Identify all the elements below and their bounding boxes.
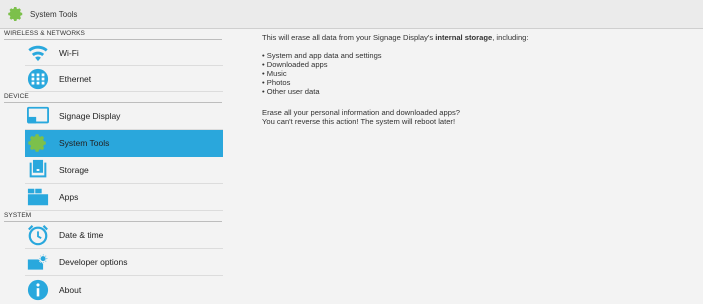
factory-reset-description: This will erase all data from your Signa…	[262, 33, 692, 126]
settings-sidebar: WIRELESS & NETWORKS Wi-Fi Ethernet DEVIC	[0, 29, 232, 304]
sidebar-item-storage[interactable]: Storage	[25, 157, 223, 184]
list-item: Music	[262, 69, 692, 78]
intro-text-bold: internal storage	[435, 33, 493, 42]
sidebar-item-label: Signage Display	[59, 111, 121, 121]
sidebar-item-label: Ethernet	[59, 73, 92, 84]
storage-icon	[27, 159, 49, 181]
warning-line-2: You can't reverse this action! The syste…	[262, 117, 456, 126]
ethernet-icon	[27, 68, 49, 90]
list-item: System and app data and settings	[262, 51, 692, 60]
sidebar-item-apps[interactable]: Apps	[25, 184, 223, 211]
list-item: Downloaded apps	[262, 60, 692, 69]
sidebar-item-signage-display[interactable]: Signage Display	[25, 103, 223, 130]
sidebar-item-label: Developer options	[59, 257, 128, 267]
title-bar: System Tools	[0, 0, 703, 29]
developer-options-icon	[27, 251, 49, 273]
sidebar-item-label: Wi-Fi	[59, 47, 79, 58]
gear-icon	[27, 132, 49, 154]
sidebar-item-about[interactable]: About	[25, 276, 223, 303]
sidebar-item-label: Date & time	[59, 230, 104, 240]
sidebar-item-label: Storage	[59, 165, 89, 175]
display-icon	[27, 105, 49, 127]
intro-text-end: , including:	[492, 33, 529, 42]
erase-list: System and app data and settings Downloa…	[262, 51, 692, 96]
gear-icon	[8, 7, 23, 21]
list-item: Other user data	[262, 87, 692, 96]
sidebar-item-label: System Tools	[59, 138, 110, 148]
warning-line-1: Erase all your personal information and …	[262, 108, 460, 117]
intro-text-start: This will erase all data from your Signa…	[262, 33, 436, 42]
sidebar-item-developer-options[interactable]: Developer options	[25, 249, 223, 276]
info-icon	[27, 279, 49, 301]
clock-icon	[27, 224, 49, 246]
sidebar-item-label: Apps	[59, 192, 79, 202]
section-header-wireless-networks: WIRELESS & NETWORKS	[4, 29, 222, 40]
sidebar-item-system-tools[interactable]: System Tools	[25, 130, 223, 157]
sidebar-item-date-time[interactable]: Date & time	[25, 222, 223, 249]
section-header-system: SYSTEM	[4, 211, 222, 222]
window-title: System Tools	[30, 9, 78, 19]
sidebar-item-ethernet[interactable]: Ethernet	[25, 66, 223, 92]
sidebar-item-label: About	[59, 284, 82, 295]
intro-text: This will erase all data from your Signa…	[262, 33, 692, 42]
apps-icon	[27, 186, 49, 208]
sidebar-item-wifi[interactable]: Wi-Fi	[25, 40, 223, 66]
section-header-device: DEVICE	[4, 92, 222, 103]
list-item: Photos	[262, 78, 692, 87]
wifi-icon	[27, 42, 49, 64]
